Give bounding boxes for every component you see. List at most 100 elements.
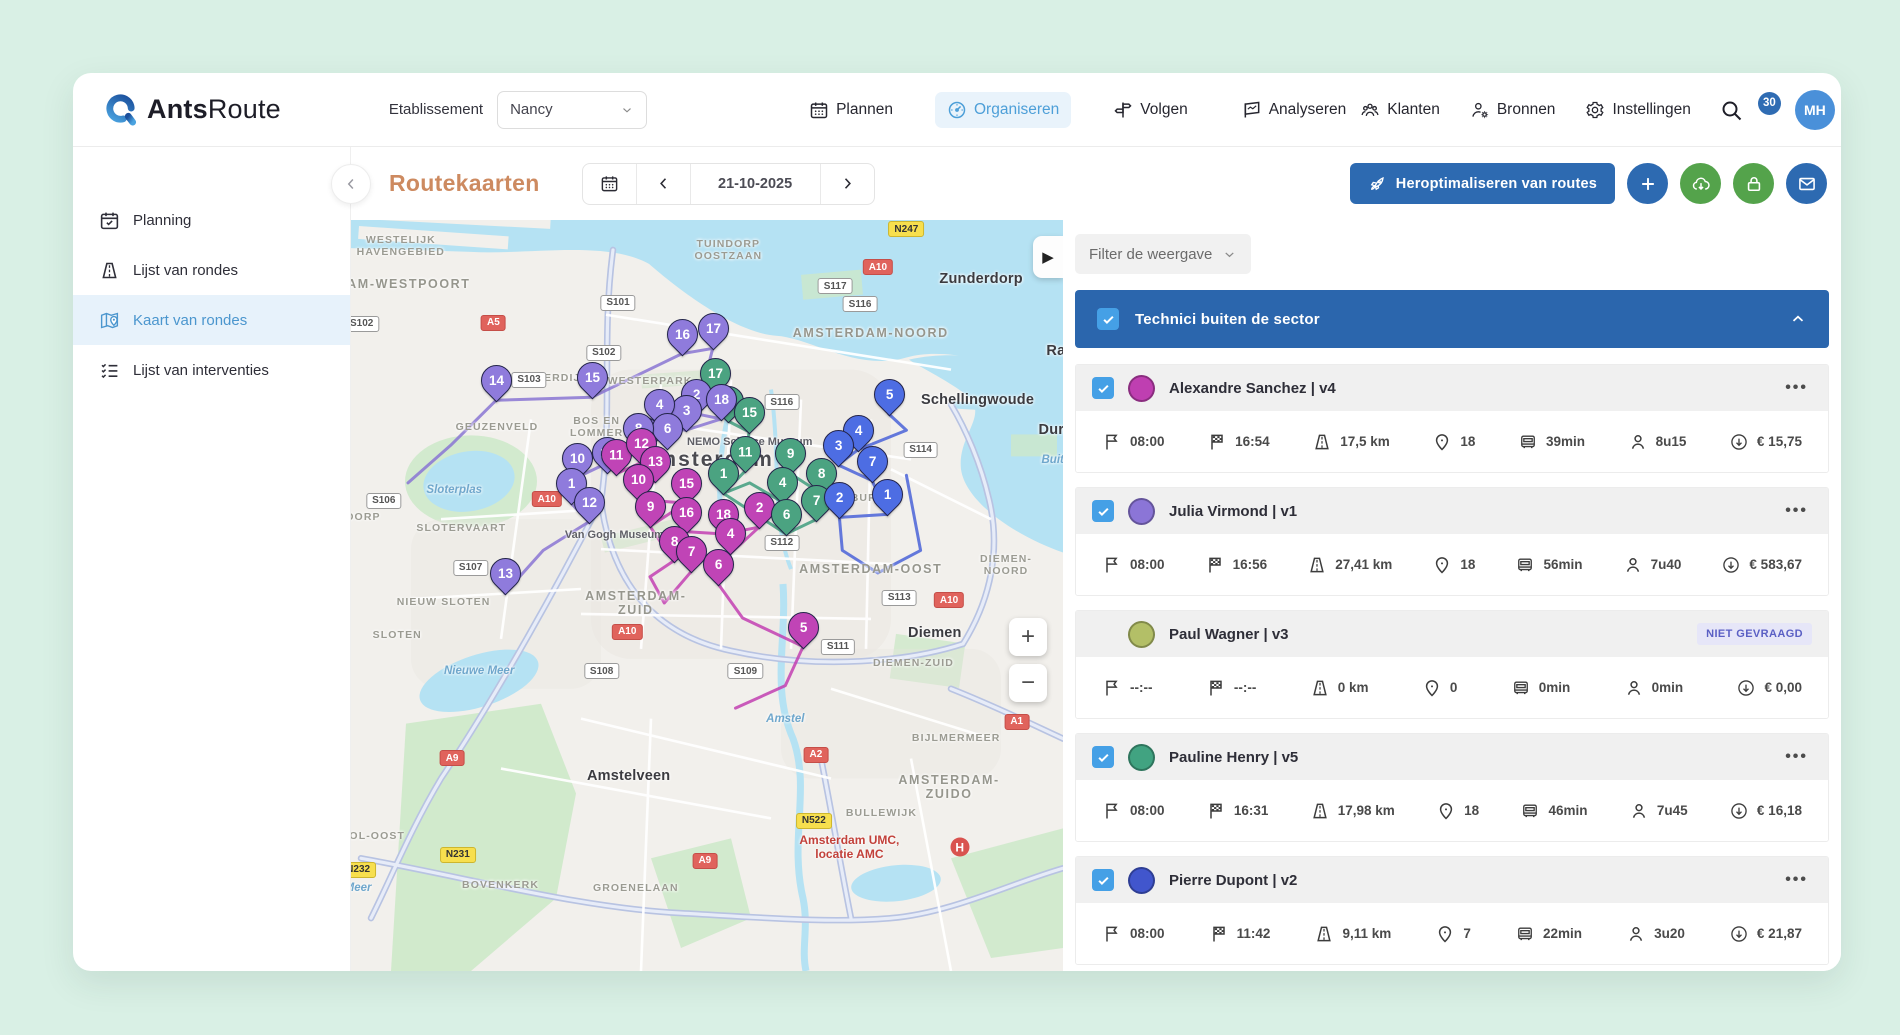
stat-start-time: 08:00 [1102, 555, 1165, 575]
technician-card: Pauline Henry | v5 ••• 08:00 16:31 17,98 km 1… [1075, 733, 1829, 842]
stat-stops-count: 7 [1435, 924, 1471, 944]
card-menu-button[interactable]: ••• [1781, 871, 1812, 889]
chevron-down-icon [1222, 247, 1237, 262]
nav-item-klanten[interactable]: Klanten [1358, 96, 1442, 124]
sidebar-item-kaart-van-rondes[interactable]: Kaart van rondes [73, 295, 350, 345]
technician-color-dot [1128, 743, 1155, 771]
next-day-button[interactable] [819, 163, 874, 204]
nav-item-organiseren[interactable]: Organiseren [934, 91, 1072, 128]
cost-icon [1721, 555, 1741, 575]
duration-icon [1628, 432, 1648, 452]
sidebar-item-lijst-van-rondes[interactable]: Lijst van rondes [73, 245, 350, 295]
stops-count-icon [1435, 924, 1455, 944]
chevron-down-icon [620, 103, 634, 117]
route-checkbox[interactable] [1092, 377, 1114, 399]
duration-icon [1624, 678, 1644, 698]
card-menu-button[interactable]: ••• [1781, 502, 1812, 520]
nav-item-plannen[interactable]: Plannen [797, 92, 905, 128]
section-technici-buiten-sector[interactable]: Technici buiten de sector [1075, 290, 1829, 348]
prev-day-button[interactable] [635, 163, 690, 204]
stat-start-time: 08:00 [1102, 924, 1165, 944]
card-menu-button[interactable]: ••• [1781, 379, 1812, 397]
sidebar: Planning Lijst van rondes Kaart van rondes… [73, 147, 350, 971]
distance-icon [1314, 924, 1334, 944]
sidebar-item-lijst-van-interventies[interactable]: Lijst van interventies [73, 345, 350, 395]
etablissement-select[interactable]: Nancy [497, 90, 648, 129]
add-button[interactable] [1627, 163, 1668, 204]
section-title: Technici buiten de sector [1135, 310, 1320, 328]
nav-item-analyseren[interactable]: Analyseren [1230, 92, 1359, 128]
route-checkbox[interactable] [1092, 746, 1114, 768]
cost-icon [1729, 801, 1749, 821]
etablissement: Etablissement Nancy [389, 90, 648, 129]
start-time-icon [1102, 924, 1122, 944]
duration-icon [1623, 555, 1643, 575]
stat-distance: 0 km [1310, 678, 1368, 698]
stat-end-time: --:-- [1206, 678, 1256, 698]
filter-display-dropdown[interactable]: Filter de weergave [1075, 234, 1252, 274]
date-picker: 21-10-2025 [581, 162, 875, 205]
driving-time-icon [1520, 801, 1540, 821]
technician-name: Julia Virmond | v1 [1169, 502, 1298, 520]
avatar[interactable]: MH [1794, 89, 1835, 130]
stat-driving-time: 46min [1520, 801, 1587, 821]
stat-distance: 9,11 km [1314, 924, 1391, 944]
gear-icon [1585, 100, 1605, 120]
end-time-icon [1205, 555, 1225, 575]
collapse-sidebar-button[interactable] [331, 163, 371, 204]
map-panel-collapse-button[interactable]: ▶ [1033, 236, 1063, 278]
distance-icon [1312, 432, 1332, 452]
nav-item-bronnen[interactable]: Bronnen [1468, 96, 1558, 124]
brand-logo[interactable]: AntsRoute [103, 92, 281, 127]
technician-color-dot [1128, 866, 1155, 894]
mail-button[interactable] [1786, 163, 1827, 204]
cloud-download-button[interactable] [1680, 163, 1721, 204]
cost-icon [1729, 924, 1749, 944]
routes-panel: Filter de weergave Technici buiten de se… [1063, 220, 1841, 971]
listcheck-icon [99, 360, 120, 381]
end-time-icon [1207, 432, 1227, 452]
road-icon [99, 260, 120, 281]
technician-card: Julia Virmond | v1 ••• 08:00 16:56 27,41 km 1… [1075, 487, 1829, 596]
zoom-out-button[interactable]: − [1009, 664, 1047, 703]
stat-driving-time: 0min [1511, 678, 1570, 698]
nav-item-instellingen[interactable]: Instellingen [1583, 96, 1692, 124]
date-value[interactable]: 21-10-2025 [689, 163, 820, 204]
stat-stops-count: 0 [1422, 678, 1457, 698]
stat-end-time: 16:56 [1205, 555, 1267, 575]
route-checkbox[interactable] [1092, 869, 1114, 891]
distance-icon [1310, 678, 1330, 698]
zoom-in-button[interactable]: + [1009, 618, 1047, 657]
persongear-icon [1470, 100, 1490, 120]
technician-name: Paul Wagner | v3 [1169, 625, 1289, 643]
stops-count-icon [1436, 801, 1456, 821]
technician-card: Pierre Dupont | v2 ••• 08:00 11:42 9,11 km 7 2… [1075, 856, 1829, 965]
stops-count-icon [1422, 678, 1442, 698]
reoptimize-routes-button[interactable]: Heroptimaliseren van routes [1349, 163, 1615, 204]
search-icon[interactable] [1719, 98, 1743, 122]
stat-duration: 8u15 [1628, 432, 1686, 452]
map[interactable]: WESTELIJK HAVENGEBIED TUINDORP OOSTZAAN AM… [351, 220, 1063, 971]
card-menu-button[interactable]: ••• [1781, 748, 1812, 766]
rocket-icon [1368, 175, 1386, 193]
mappin-icon [99, 310, 120, 331]
sidebar-item-planning[interactable]: Planning [73, 195, 350, 245]
end-time-icon [1206, 678, 1226, 698]
stat-duration: 7u45 [1629, 801, 1688, 821]
route-stats: 08:00 16:54 17,5 km 18 39min 8u15 € 15,75 [1076, 411, 1828, 472]
page-title: Routekaarten [389, 170, 540, 196]
lock-button[interactable] [1733, 163, 1774, 204]
section-checkbox[interactable] [1097, 308, 1119, 330]
right-nav: Klanten Bronnen Instellingen 30 MH [1358, 89, 1835, 137]
calendar-button[interactable] [583, 164, 636, 204]
status-badge: NIET GEVRAAGD [1697, 623, 1812, 645]
route-checkbox[interactable] [1092, 500, 1114, 522]
technician-name: Alexandre Sanchez | v4 [1169, 379, 1336, 397]
stops-count-icon [1432, 432, 1452, 452]
gauge-icon [947, 100, 967, 120]
navbar: AntsRoute Etablissement Nancy Plannen Org… [73, 73, 1841, 147]
technician-name: Pauline Henry | v5 [1169, 748, 1299, 766]
calendarcheck-icon [99, 210, 120, 231]
nav-item-volgen[interactable]: Volgen [1101, 92, 1199, 128]
driving-time-icon [1515, 924, 1535, 944]
